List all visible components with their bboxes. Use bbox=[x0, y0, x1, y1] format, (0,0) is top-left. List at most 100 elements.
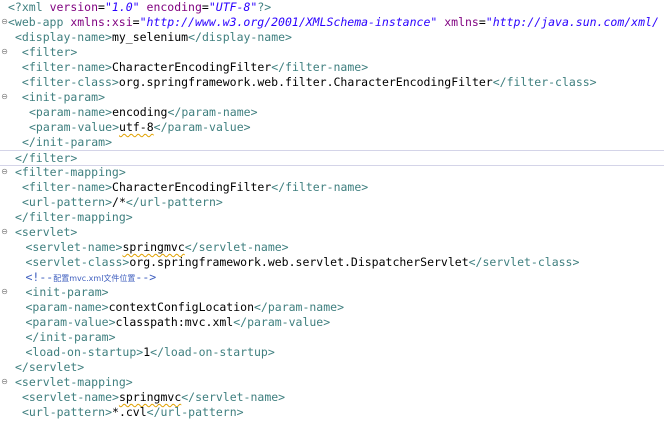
code-token-tag: </url-pattern> bbox=[125, 195, 223, 209]
code-line-content: <web-app xmlns:xsi="http://www.w3.org/20… bbox=[8, 15, 659, 30]
code-token-tag: </init-param> bbox=[22, 135, 113, 149]
code-token-tag: <servlet-name> bbox=[25, 240, 123, 254]
code-token-attr: xmlns:xsi bbox=[63, 15, 133, 29]
code-token-tag: </param-value> bbox=[153, 120, 251, 134]
code-token-tag: </servlet-class> bbox=[468, 255, 580, 269]
code-token-tag: </filter-mapping> bbox=[15, 210, 133, 224]
code-line-content: <servlet-name>springmvc</servlet-name> bbox=[26, 240, 289, 255]
code-token-text: classpath:mvc.xml bbox=[115, 315, 234, 329]
code-line-content: <init-param> bbox=[15, 90, 105, 105]
code-line[interactable]: ⊖ <web-app xmlns:xsi="http://www.w3.org/2… bbox=[0, 15, 664, 30]
code-token-tag: </filter-name> bbox=[271, 60, 369, 74]
code-token-tag: </filter-class> bbox=[492, 75, 597, 89]
code-token-tag: </filter-name> bbox=[271, 180, 369, 194]
code-line[interactable]: <param-name>contextConfigLocation</param… bbox=[0, 300, 664, 315]
code-token-tag: <init-param> bbox=[25, 285, 109, 299]
code-line[interactable]: <servlet-name>springmvc</servlet-name> bbox=[0, 240, 664, 255]
code-line[interactable]: <?xml version="1.0" encoding="UTF-8"?> bbox=[0, 0, 664, 15]
code-line[interactable]: <filter-name>CharacterEncodingFilter</fi… bbox=[0, 180, 664, 195]
code-line[interactable]: <url-pattern>*.cvl</url-pattern> bbox=[0, 405, 664, 420]
code-token-tag: <filter-mapping> bbox=[15, 165, 126, 179]
code-line[interactable]: <!--配置mvc.xml文件位置--> bbox=[0, 270, 664, 285]
code-line[interactable]: <filter-class>org.springframework.web.fi… bbox=[0, 75, 664, 90]
code-token-pi: ?> bbox=[257, 0, 272, 14]
fold-toggle-icon[interactable]: ⊖ bbox=[1, 168, 8, 176]
code-line[interactable]: ⊖ <init-param> bbox=[0, 90, 664, 105]
code-token-text: contextConfigLocation bbox=[108, 300, 254, 314]
code-token-text: encoding bbox=[112, 105, 168, 119]
code-token-text: org.springframework.web.servlet.Dispatch… bbox=[129, 255, 469, 269]
code-line[interactable]: <servlet-class>org.springframework.web.s… bbox=[0, 255, 664, 270]
code-token-tag: </url-pattern> bbox=[146, 405, 244, 419]
code-line-content: </servlet> bbox=[15, 360, 84, 375]
code-line[interactable]: ⊖ <filter> bbox=[0, 45, 664, 60]
code-token-tag: <filter-class> bbox=[15, 75, 119, 89]
code-token-text: *.cvl bbox=[112, 405, 147, 419]
code-token-text: CharacterEncodingFilter bbox=[111, 60, 272, 74]
code-token-text: = bbox=[132, 15, 140, 29]
code-line[interactable]: ⊖ <servlet-mapping> bbox=[0, 375, 664, 390]
code-token-tag: <filter-name> bbox=[15, 60, 112, 74]
code-line[interactable]: <servlet-name>springmvc</servlet-name> bbox=[0, 390, 664, 405]
code-line-content: <filter-name>CharacterEncodingFilter</fi… bbox=[22, 180, 368, 195]
code-line[interactable]: ⊖ <servlet> bbox=[0, 225, 664, 240]
code-token-text: CharacterEncodingFilter bbox=[112, 180, 272, 194]
code-token-val: "http://java.sun.com/xml/ bbox=[485, 15, 659, 29]
code-line-content: <url-pattern>/*</url-pattern> bbox=[22, 195, 223, 210]
code-token-text: springmvc bbox=[122, 240, 185, 254]
code-line[interactable]: <load-on-startup>1</load-on-startup> bbox=[0, 345, 664, 360]
code-token-pi: xml bbox=[21, 0, 43, 14]
code-token-com: <!-- bbox=[25, 270, 54, 284]
fold-toggle-icon[interactable]: ⊖ bbox=[1, 228, 8, 236]
code-token-tag: <servlet-name> bbox=[22, 390, 119, 404]
code-line-content: <load-on-startup>1</load-on-startup> bbox=[26, 345, 275, 360]
code-token-tag: <filter> bbox=[15, 45, 78, 59]
code-line[interactable]: <filter-name>CharacterEncodingFilter</fi… bbox=[0, 60, 664, 75]
code-line[interactable]: </filter-mapping> bbox=[0, 210, 664, 225]
code-line-content: <filter-mapping> bbox=[15, 165, 126, 180]
fold-toggle-icon[interactable]: ⊖ bbox=[1, 288, 8, 296]
code-token-attr: xmlns bbox=[437, 15, 479, 29]
fold-toggle-icon[interactable]: ⊖ bbox=[1, 378, 8, 386]
code-line-content: <?xml version="1.0" encoding="UTF-8"?> bbox=[8, 0, 271, 15]
code-token-tag: </display-name> bbox=[188, 30, 292, 44]
code-line-content: <filter-name>CharacterEncodingFilter</fi… bbox=[15, 60, 368, 75]
code-token-tag: <servlet-mapping> bbox=[15, 375, 133, 389]
fold-toggle-icon[interactable]: ⊖ bbox=[1, 18, 8, 26]
code-token-pi: <? bbox=[8, 0, 22, 14]
code-line-content: <url-pattern>*.cvl</url-pattern> bbox=[22, 405, 244, 420]
code-line-content: </filter-mapping> bbox=[15, 210, 133, 225]
code-token-tag: <filter-name> bbox=[22, 180, 113, 194]
fold-toggle-icon[interactable]: ⊖ bbox=[1, 93, 8, 101]
code-token-tag: </param-name> bbox=[254, 300, 345, 314]
code-line[interactable]: <param-name>encoding</param-name> bbox=[0, 105, 664, 120]
code-line[interactable]: ⊖ <filter-mapping> bbox=[0, 165, 664, 180]
code-line[interactable]: <param-value>utf-8</param-value> bbox=[0, 120, 664, 135]
code-token-tag: <display-name> bbox=[15, 30, 112, 44]
code-line-content: <servlet-name>springmvc</servlet-name> bbox=[22, 390, 285, 405]
code-line-content: <!--配置mvc.xml文件位置--> bbox=[26, 270, 157, 286]
code-token-attr: version bbox=[42, 0, 99, 14]
code-token-tag: <param-value> bbox=[29, 120, 120, 134]
code-line[interactable]: </init-param> bbox=[0, 330, 664, 345]
code-line[interactable]: <param-value>classpath:mvc.xml</param-va… bbox=[0, 315, 664, 330]
xml-editor[interactable]: <?xml version="1.0" encoding="UTF-8"?> ⊖ <… bbox=[0, 0, 664, 421]
code-token-tag: </servlet-name> bbox=[181, 390, 286, 404]
code-line[interactable]: <display-name>my_selenium</display-name> bbox=[0, 30, 664, 45]
code-token-tag: <load-on-startup> bbox=[25, 345, 144, 359]
code-line[interactable]: </servlet> bbox=[0, 360, 664, 375]
code-line-content: <servlet-class>org.springframework.web.s… bbox=[26, 255, 580, 270]
code-line-content: </init-param> bbox=[26, 330, 116, 345]
code-line[interactable]: <url-pattern>/*</url-pattern> bbox=[0, 195, 664, 210]
fold-toggle-icon[interactable]: ⊖ bbox=[1, 48, 8, 56]
code-line-content: <filter> bbox=[15, 45, 77, 60]
code-line[interactable]: ⊖ <init-param> bbox=[0, 285, 664, 300]
code-line-content: </filter> bbox=[15, 151, 77, 165]
code-token-tag: </filter> bbox=[15, 151, 78, 165]
code-line[interactable]: </init-param> bbox=[0, 135, 664, 150]
code-token-tag: <param-name> bbox=[25, 300, 109, 314]
code-token-tag: <servlet-class> bbox=[25, 255, 130, 269]
code-token-text: = bbox=[201, 0, 209, 14]
code-token-attr: encoding bbox=[139, 0, 202, 14]
code-line-current[interactable]: </filter> bbox=[0, 150, 664, 166]
